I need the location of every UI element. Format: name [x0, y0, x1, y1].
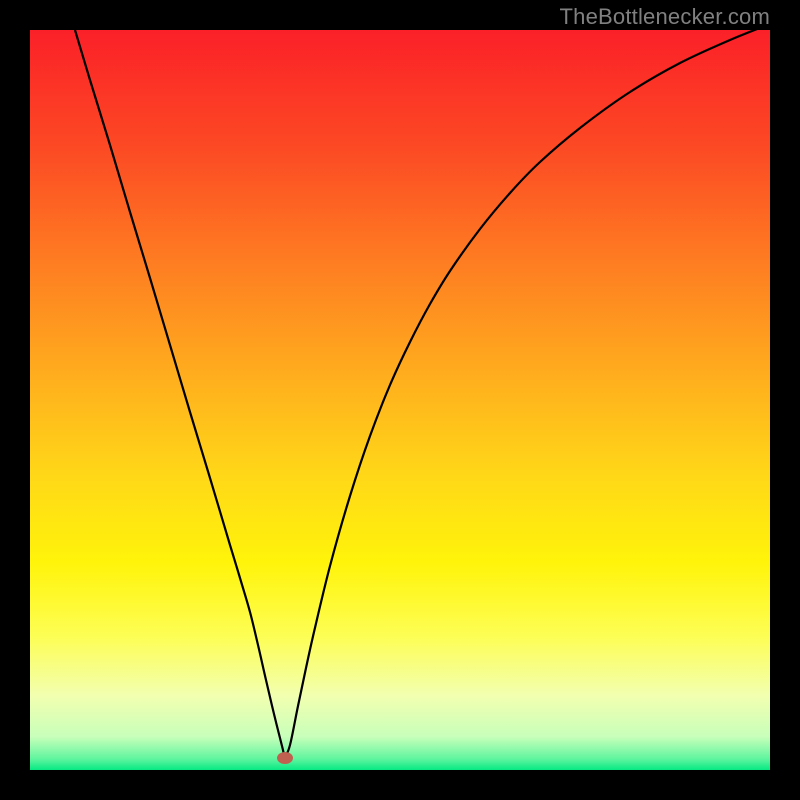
chart-svg: [30, 30, 770, 770]
attribution-text: TheBottlenecker.com: [560, 4, 770, 30]
gradient-background: [30, 30, 770, 770]
chart-frame: TheBottlenecker.com: [0, 0, 800, 800]
plot-area: [30, 30, 770, 770]
minimum-marker: [277, 752, 293, 764]
